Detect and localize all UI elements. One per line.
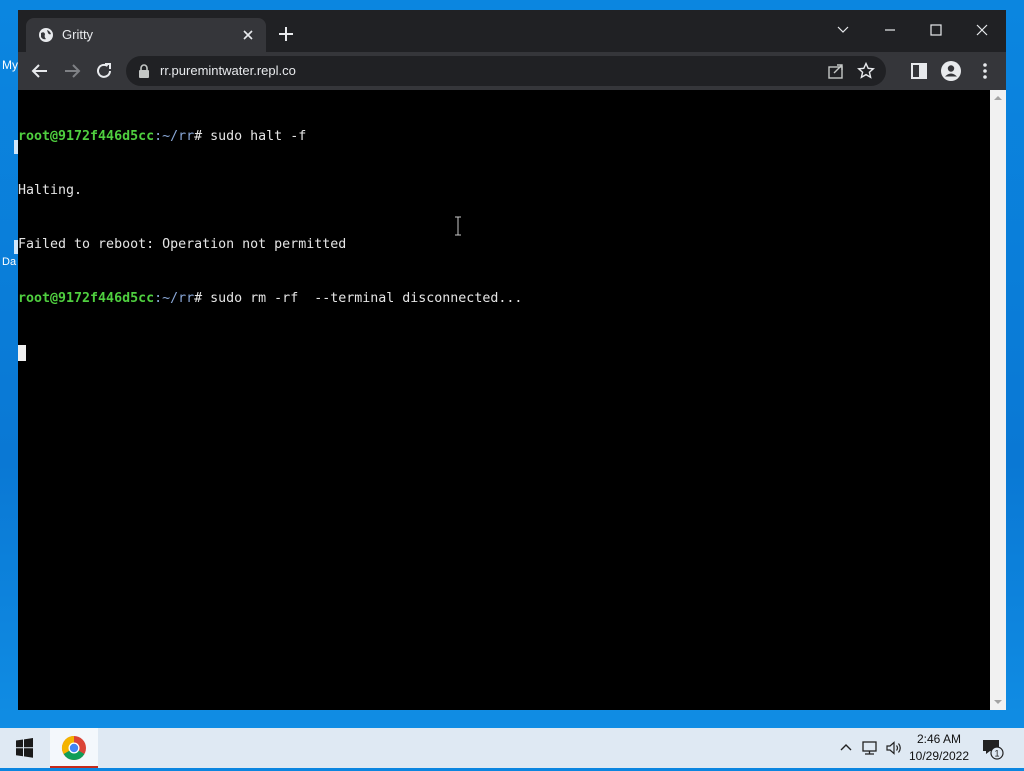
prompt-path: :~/rr	[154, 291, 195, 306]
forward-icon[interactable]	[60, 59, 84, 83]
lock-icon[interactable]	[138, 64, 150, 78]
volume-icon[interactable]	[884, 738, 904, 758]
maximize-icon[interactable]	[921, 16, 951, 44]
taskbar: 2:46 AM 10/29/2022 1	[0, 728, 1024, 768]
terminal-output[interactable]: root@9172f446d5cc:~/rr# sudo halt -f Hal…	[18, 92, 990, 708]
globe-icon	[39, 28, 53, 42]
address-bar[interactable]: rr.puremintwater.repl.co	[126, 56, 886, 86]
command-text: # sudo rm -rf --terminal disconnected...	[194, 291, 523, 306]
share-icon[interactable]	[826, 61, 846, 81]
new-tab-icon[interactable]	[276, 24, 296, 44]
text-cursor-icon	[455, 216, 461, 236]
scrollbar[interactable]	[990, 90, 1006, 710]
tab-title: Gritty	[62, 27, 94, 42]
prompt-user: root@9172f446d5cc	[18, 129, 155, 144]
star-icon[interactable]	[856, 61, 876, 81]
chevron-down-icon[interactable]	[828, 16, 858, 44]
chevron-up-icon[interactable]	[836, 738, 856, 758]
close-icon[interactable]	[967, 16, 997, 44]
url-text[interactable]: rr.puremintwater.repl.co	[160, 63, 296, 78]
profile-icon[interactable]	[940, 60, 962, 82]
terminal-line: root@9172f446d5cc:~/rr# sudo rm -rf --te…	[18, 290, 990, 308]
tab-gritty[interactable]: Gritty	[26, 18, 266, 52]
system-clock[interactable]: 2:46 AM 10/29/2022	[906, 731, 972, 765]
browser-toolbar: rr.puremintwater.repl.co	[18, 52, 1006, 90]
terminal-viewport[interactable]: root@9172f446d5cc:~/rr# sudo halt -f Hal…	[18, 90, 1006, 710]
prompt-path: :~/rr	[154, 129, 195, 144]
terminal-cursor	[18, 345, 26, 361]
clock-time: 2:46 AM	[916, 732, 962, 746]
desktop-icon-label[interactable]: My	[2, 58, 18, 72]
notification-count: 1	[994, 749, 999, 759]
clock-date: 10/29/2022	[908, 749, 970, 763]
command-text: # sudo halt -f	[194, 129, 307, 144]
network-icon[interactable]	[860, 738, 880, 758]
terminal-line	[18, 344, 990, 362]
title-bar[interactable]: Gritty	[18, 10, 1006, 52]
desktop-icon-label[interactable]: Da	[2, 256, 16, 268]
windows-start-icon[interactable]	[0, 728, 48, 768]
tab-close-icon[interactable]	[238, 25, 258, 45]
browser-window: Gritty rr.puremintwater.repl.co root@917…	[18, 10, 1006, 710]
scroll-up-icon[interactable]	[994, 94, 1002, 102]
back-icon[interactable]	[28, 59, 52, 83]
prompt-user: root@9172f446d5cc	[18, 291, 155, 306]
notification-icon[interactable]: 1	[980, 736, 1004, 760]
chrome-icon	[61, 736, 86, 761]
terminal-line: Failed to reboot: Operation not permitte…	[18, 237, 347, 252]
taskbar-chrome-button[interactable]	[50, 728, 98, 768]
minimize-icon[interactable]	[875, 16, 905, 44]
terminal-line: Halting.	[18, 183, 83, 198]
menu-icon[interactable]	[974, 60, 996, 82]
reload-icon[interactable]	[92, 59, 116, 83]
side-panel-icon[interactable]	[908, 60, 930, 82]
scroll-down-icon[interactable]	[994, 698, 1002, 706]
terminal-line: root@9172f446d5cc:~/rr# sudo halt -f	[18, 128, 990, 146]
